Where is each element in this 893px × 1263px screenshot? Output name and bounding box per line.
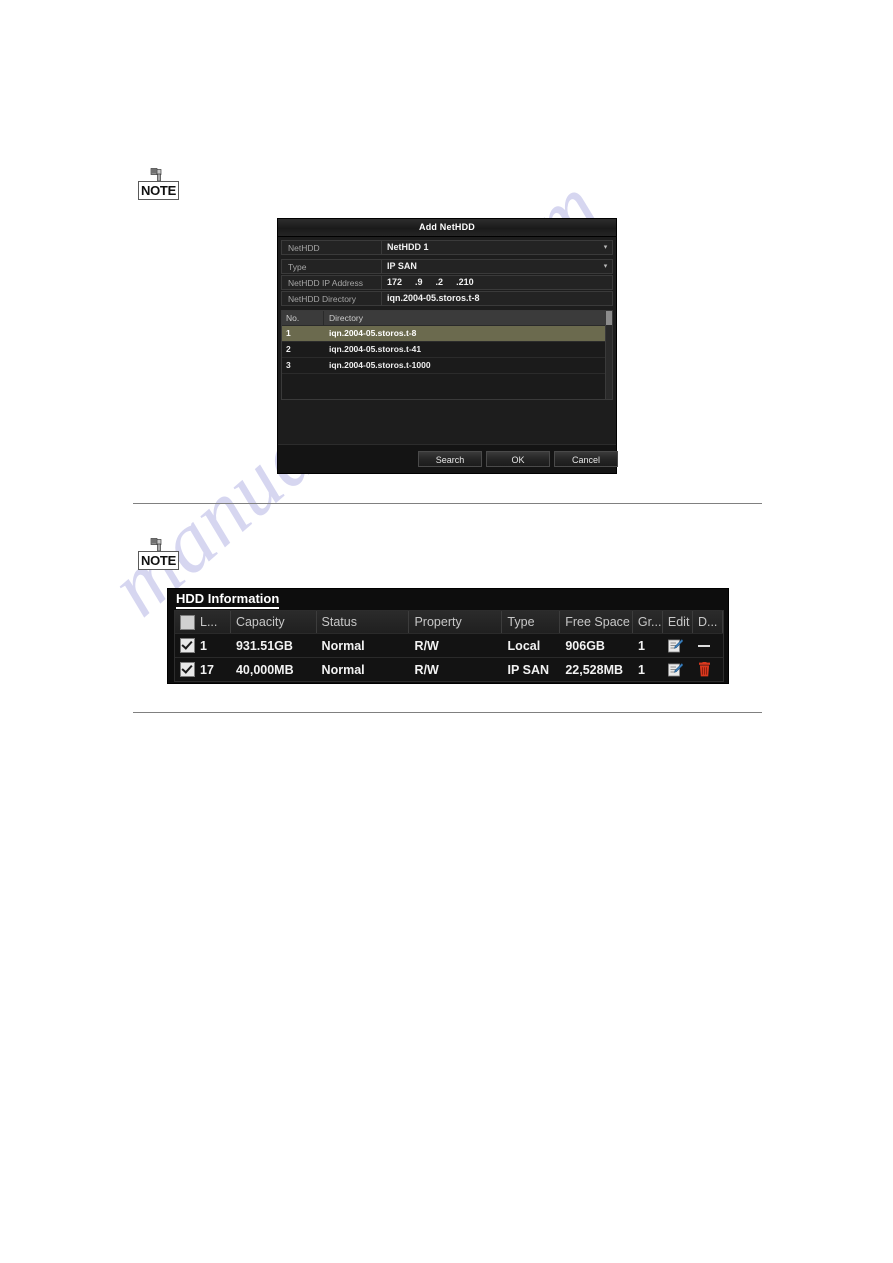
note-label: NOTE [141,183,176,198]
row-checkbox[interactable] [180,662,195,677]
panel-title-text: HDD Information [176,591,280,609]
column-type: Type [502,611,561,633]
cell-property: R/W [414,638,439,653]
field-directory-label: NetHDD Directory [288,293,357,304]
directory-list: No. Directory 1 iqn.2004-05.storos.t-8 2… [281,310,613,400]
list-item-no: 3 [286,360,291,370]
row-index: 1 [200,638,207,653]
hdd-table: L... Capacity Status Property Type Free … [174,610,724,682]
list-item-directory: iqn.2004-05.storos.t-1000 [329,360,431,370]
column-free-space: Free Space [560,611,633,633]
field-type[interactable]: Type IP SAN ▾ [281,259,613,274]
field-nethdd[interactable]: NetHDD NetHDD 1 ▾ [281,240,613,255]
directory-list-header: No. Directory [282,311,612,326]
ip-octet-4[interactable]: .210 [456,276,474,289]
section-divider-bottom [133,712,762,713]
column-group: Gr... [633,611,663,633]
list-item-no: 1 [286,328,291,338]
chevron-down-icon[interactable]: ▾ [599,260,612,273]
ip-octet-1[interactable]: 172 [387,276,402,289]
trash-icon[interactable] [698,662,711,677]
cancel-button[interactable]: Cancel [554,451,618,467]
section-divider-top [133,503,762,504]
field-ip-address-label: NetHDD IP Address [288,277,363,288]
cell-capacity: 931.51GB [235,638,293,653]
ip-octet-3[interactable]: .2 [436,276,444,289]
cell-property: R/W [414,662,439,677]
cell-delete [693,634,723,657]
ip-octet-2[interactable]: .9 [415,276,423,289]
list-item[interactable]: 3 iqn.2004-05.storos.t-1000 [282,358,612,374]
list-item[interactable]: 1 iqn.2004-05.storos.t-8 [282,326,612,342]
field-directory[interactable]: NetHDD Directory iqn.2004-05.storos.t-8 [281,291,613,306]
list-item-no: 2 [286,344,291,354]
dash-icon [698,644,710,647]
field-type-value[interactable]: IP SAN [381,260,599,273]
table-row[interactable]: 17 40,000MB Normal R/W IP SAN 22,528MB 1 [175,657,723,681]
column-property: Property [409,611,503,633]
row-select-cell: 1 [175,634,231,657]
edit-pencil-icon[interactable] [668,638,683,653]
cell-free-space: 22,528MB [565,662,624,677]
cell-group: 1 [637,662,645,677]
column-status: Status [317,611,410,633]
column-edit: Edit [663,611,693,633]
column-label-text: L... [200,615,218,629]
row-select-cell: 17 [175,658,231,681]
scrollbar-thumb[interactable] [606,311,612,325]
cell-status: Normal [321,662,365,677]
field-ip-address[interactable]: NetHDD IP Address 172 .9 .2 .210 [281,275,613,290]
cell-type: IP SAN [507,662,549,677]
column-capacity: Capacity [231,611,317,633]
dialog-button-bar: Search OK Cancel [278,444,618,473]
column-no: No. [282,311,324,325]
note-label: NOTE [141,553,176,568]
cell-group: 1 [637,638,645,653]
field-ip-address-value[interactable]: 172 .9 .2 .210 [381,276,612,289]
list-item[interactable]: 2 iqn.2004-05.storos.t-41 [282,342,612,358]
edit-pencil-icon[interactable] [668,662,683,677]
cell-capacity: 40,000MB [235,662,294,677]
column-directory: Directory [329,313,364,323]
cell-delete[interactable] [693,658,723,681]
list-item-directory: iqn.2004-05.storos.t-41 [329,344,422,354]
column-label: L... [175,611,231,633]
hdd-table-header: L... Capacity Status Property Type Free … [175,611,723,633]
panel-title: HDD Information [168,589,728,609]
dialog-form: NetHDD NetHDD 1 ▾ Type IP SAN ▾ NetHDD I… [278,237,616,306]
add-nethdd-dialog: Add NetHDD NetHDD NetHDD 1 ▾ Type IP SAN… [277,218,618,474]
dialog-title: Add NetHDD [278,219,616,237]
row-checkbox[interactable] [180,638,195,653]
note-icon-top: NOTE [138,168,180,202]
cell-edit[interactable] [663,634,693,657]
row-index: 17 [200,662,214,677]
select-all-checkbox[interactable] [180,614,195,630]
cell-free-space: 906GB [565,638,605,653]
cell-status: Normal [321,638,365,653]
field-type-label: Type [288,261,307,272]
field-nethdd-label: NetHDD [288,242,320,253]
directory-list-scrollbar[interactable] [605,311,612,399]
hdd-information-panel: HDD Information L... Capacity Status Pro… [167,588,729,684]
list-item-directory: iqn.2004-05.storos.t-8 [329,328,417,338]
table-row[interactable]: 1 931.51GB Normal R/W Local 906GB 1 [175,633,723,657]
column-delete: D... [693,611,723,633]
cell-type: Local [507,638,541,653]
search-button[interactable]: Search [418,451,482,467]
field-nethdd-value[interactable]: NetHDD 1 [381,241,599,254]
chevron-down-icon[interactable]: ▾ [599,241,612,254]
note-icon-bottom: NOTE [138,538,180,572]
cell-edit[interactable] [663,658,693,681]
ok-button[interactable]: OK [486,451,550,467]
field-directory-value[interactable]: iqn.2004-05.storos.t-8 [381,292,612,305]
